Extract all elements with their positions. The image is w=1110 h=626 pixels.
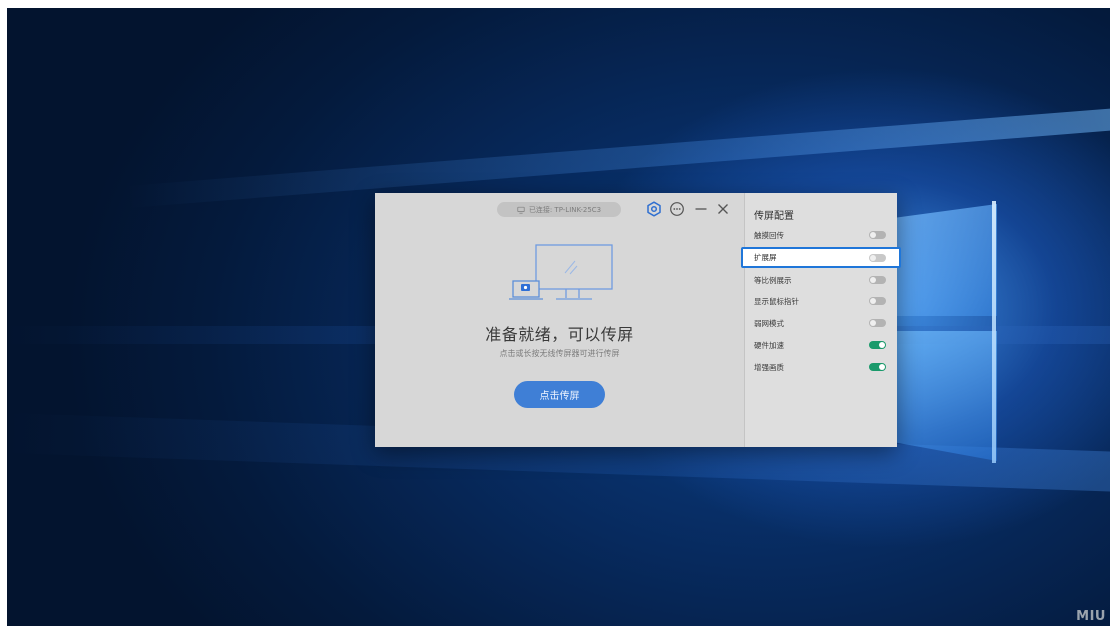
weak-network-toggle[interactable]: [869, 319, 886, 327]
config-item-label: 扩展屏: [754, 253, 777, 262]
config-item-label: 增强画质: [754, 362, 784, 372]
config-item-proportional: 等比例展示: [745, 270, 897, 290]
cast-illustration: [509, 244, 613, 300]
connection-status: 已连接: TP-LINK-25C3: [497, 202, 621, 217]
more-icon: [670, 202, 684, 216]
start-cast-button[interactable]: 点击传屏: [514, 381, 605, 408]
config-title: 传屏配置: [754, 211, 794, 222]
show-cursor-toggle[interactable]: [869, 297, 886, 305]
windows-logo-edge: [992, 201, 996, 463]
close-icon: [718, 204, 728, 214]
proportional-toggle[interactable]: [869, 276, 886, 284]
settings-button[interactable]: [646, 201, 662, 217]
config-item-weak-network: 弱网模式: [745, 313, 897, 333]
screen-cast-window: 已连接: TP-LINK-25C3 准备就绪，可以传屏 点击或长按无线传屏器可进…: [375, 193, 901, 447]
config-item-label: 硬件加速: [754, 340, 784, 350]
more-button[interactable]: [669, 201, 685, 217]
config-item-label: 弱网模式: [754, 318, 784, 328]
hw-accel-toggle[interactable]: [869, 341, 886, 349]
minimize-icon: [695, 208, 707, 210]
enhance-quality-toggle[interactable]: [869, 363, 886, 371]
config-item-touch-back: 触摸回传: [745, 225, 897, 245]
config-item-label: 触摸回传: [754, 230, 784, 240]
extend-screen-toggle[interactable]: [869, 253, 886, 262]
watermark: MIU: [1076, 609, 1106, 624]
config-item-show-cursor: 显示鼠标指针: [745, 291, 897, 311]
ready-subtitle: 点击或长按无线传屏器可进行传屏: [499, 349, 620, 358]
cast-config-panel: 传屏配置 触摸回传 扩展屏 等比例展示 显示鼠标指针 弱网模式 硬件加速 增强画…: [741, 193, 901, 447]
close-button[interactable]: [715, 201, 731, 217]
windows-logo-pane: [897, 331, 997, 461]
config-item-extend-screen: 扩展屏: [741, 247, 901, 268]
ready-title: 准备就绪，可以传屏: [485, 325, 634, 344]
config-item-hw-accel: 硬件加速: [745, 335, 897, 355]
connection-status-text: 已连接: TP-LINK-25C3: [528, 205, 602, 214]
config-item-label: 显示鼠标指针: [754, 296, 799, 306]
touch-back-toggle[interactable]: [869, 231, 886, 239]
settings-icon: [647, 201, 661, 217]
windows-logo-pane: [897, 204, 997, 316]
config-item-label: 等比例展示: [754, 275, 792, 285]
monitor-icon: [517, 206, 525, 214]
config-item-enhance-quality: 增强画质: [745, 357, 897, 377]
main-panel: 已连接: TP-LINK-25C3 准备就绪，可以传屏 点击或长按无线传屏器可进…: [375, 193, 744, 447]
minimize-button[interactable]: [693, 201, 709, 217]
